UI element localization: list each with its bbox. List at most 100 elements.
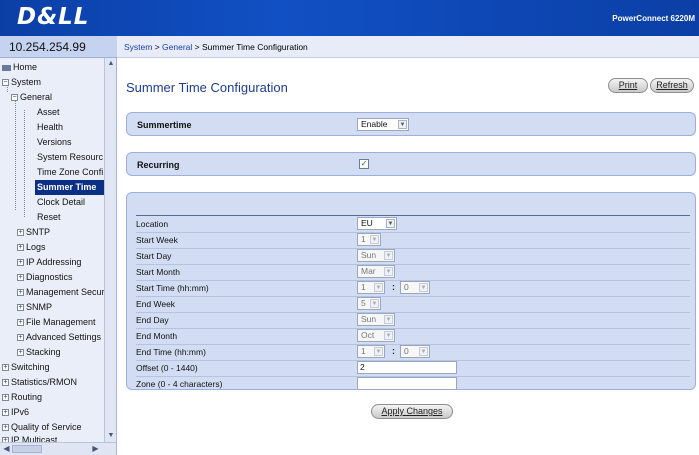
zone-input[interactable] (357, 377, 457, 390)
collapse-icon[interactable]: − (2, 79, 9, 87)
sidebar-item-clock-detail[interactable]: Clock Detail (37, 195, 85, 210)
folder-icon (2, 64, 11, 71)
sidebar-item-asset[interactable]: Asset (37, 105, 60, 120)
expand-icon[interactable]: + (2, 394, 9, 402)
expand-icon[interactable]: + (17, 259, 24, 267)
start-time-minute-select[interactable]: 0 ▼ (400, 281, 430, 294)
sidebar-item-statistics-rmon[interactable]: + Statistics/RMON (2, 375, 77, 390)
sidebar-vertical-scrollbar[interactable]: ▲ ▼ (104, 58, 116, 442)
expand-icon[interactable]: + (17, 319, 24, 327)
recurring-details-panel: Location EU ▼ Start Week 1 ▼ Start Day Sun… (126, 192, 696, 390)
sidebar-item-system[interactable]: − System (2, 75, 41, 90)
expand-icon[interactable]: + (17, 244, 24, 252)
breadcrumb-general-link[interactable]: General (162, 42, 192, 52)
end-week-label: End Week (136, 299, 176, 309)
time-separator: : (392, 282, 395, 292)
sidebar-item-versions[interactable]: Versions (37, 135, 72, 150)
divider (136, 264, 690, 265)
print-button[interactable]: Print (608, 78, 648, 93)
sidebar-item-quality-of-service[interactable]: + Quality of Service (2, 420, 82, 435)
expand-icon[interactable]: + (2, 364, 9, 372)
expand-icon[interactable]: + (2, 379, 9, 387)
sidebar-item-ip-addressing[interactable]: + IP Addressing (17, 255, 81, 270)
sidebar-item-summer-time[interactable]: Summer Time (35, 180, 107, 195)
breadcrumb-system-link[interactable]: System (124, 42, 152, 52)
end-time-hour-select[interactable]: 1 ▼ (357, 345, 385, 358)
sidebar-item-logs[interactable]: + Logs (17, 240, 46, 255)
sidebar-item-stacking[interactable]: + Stacking (17, 345, 61, 360)
breadcrumb-separator: > (192, 42, 202, 52)
sidebar-horizontal-scrollbar[interactable]: ◀ ▶ (0, 442, 116, 455)
page-title: Summer Time Configuration (126, 80, 288, 95)
sidebar-item-snmp[interactable]: + SNMP (17, 300, 52, 315)
divider (136, 215, 690, 216)
expand-icon[interactable]: + (2, 409, 9, 417)
end-day-select[interactable]: Sun ▼ (357, 313, 395, 326)
offset-input[interactable]: 2 (357, 361, 457, 374)
end-week-select[interactable]: 5 ▼ (357, 297, 381, 310)
start-month-select[interactable]: Mar ▼ (357, 265, 395, 278)
sidebar-item-sntp[interactable]: + SNTP (17, 225, 50, 240)
summertime-value: Enable (361, 119, 388, 129)
chevron-down-icon: ▼ (386, 219, 395, 228)
sidebar-item-reset[interactable]: Reset (37, 210, 61, 225)
chevron-down-icon: ▼ (398, 120, 407, 129)
expand-icon[interactable]: + (17, 274, 24, 282)
sidebar-item-diagnostics[interactable]: + Diagnostics (17, 270, 73, 285)
scroll-down-icon[interactable]: ▼ (106, 431, 116, 441)
offset-label: Offset (0 - 1440) (136, 363, 198, 373)
dell-logo: D&LL (17, 4, 90, 30)
recurring-label: Recurring (137, 160, 180, 170)
sidebar-item-routing[interactable]: + Routing (2, 390, 42, 405)
location-label: Location (136, 219, 169, 229)
start-time-label: Start Time (hh:mm) (136, 283, 209, 293)
sidebar-nav: Home − System − General Asset Health Versi… (0, 58, 117, 455)
sidebar-item-health[interactable]: Health (37, 120, 63, 135)
start-month-label: Start Month (136, 267, 180, 277)
ip-address-bar: 10.254.254.99 (0, 36, 117, 58)
location-select[interactable]: EU ▼ (357, 217, 397, 230)
collapse-icon[interactable]: − (11, 94, 18, 102)
expand-icon[interactable]: + (2, 424, 9, 432)
expand-icon[interactable]: + (17, 289, 24, 297)
scroll-right-icon[interactable]: ▶ (90, 443, 101, 455)
end-time-minute-select[interactable]: 0 ▼ (400, 345, 430, 358)
sidebar-item-management-security[interactable]: + Management Secur (17, 285, 105, 300)
ip-address: 10.254.254.99 (9, 40, 86, 54)
apply-changes-button[interactable]: Apply Changes (371, 404, 453, 419)
expand-icon[interactable]: + (17, 304, 24, 312)
chevron-down-icon: ▼ (370, 235, 379, 244)
recurring-checkbox[interactable]: ✓ (359, 159, 369, 169)
chevron-down-icon: ▼ (384, 331, 393, 340)
start-week-select[interactable]: 1 ▼ (357, 233, 381, 246)
expand-icon[interactable]: + (17, 229, 24, 237)
sidebar-item-home[interactable]: Home (2, 60, 37, 75)
sidebar-item-file-management[interactable]: + File Management (17, 315, 96, 330)
chevron-down-icon: ▼ (419, 283, 428, 292)
start-day-select[interactable]: Sun ▼ (357, 249, 395, 262)
chevron-down-icon: ▼ (370, 299, 379, 308)
summertime-panel: Summertime Enable ▼ (126, 112, 696, 136)
start-time-hour-select[interactable]: 1 ▼ (357, 281, 385, 294)
summertime-select[interactable]: Enable ▼ (357, 118, 409, 131)
chevron-down-icon: ▼ (384, 251, 393, 260)
divider (136, 328, 690, 329)
end-month-label: End Month (136, 331, 178, 341)
sidebar-item-ipv6[interactable]: + IPv6 (2, 405, 29, 420)
end-month-select[interactable]: Oct ▼ (357, 329, 395, 342)
start-day-label: Start Day (136, 251, 172, 261)
sidebar-item-general[interactable]: − General (11, 90, 52, 105)
scroll-left-icon[interactable]: ◀ (1, 443, 12, 455)
summertime-label: Summertime (137, 120, 192, 130)
breadcrumb-current: Summer Time Configuration (201, 42, 308, 52)
sidebar-item-advanced-settings[interactable]: + Advanced Settings (17, 330, 101, 345)
sidebar-item-switching[interactable]: + Switching (2, 360, 50, 375)
breadcrumb-separator: > (152, 42, 163, 52)
sidebar-item-system-resources[interactable]: System Resourc (37, 150, 103, 165)
sidebar-item-time-zone[interactable]: Time Zone Confi (37, 165, 103, 180)
refresh-button[interactable]: Refresh (650, 78, 694, 93)
scrollbar-thumb[interactable] (12, 445, 42, 453)
scroll-up-icon[interactable]: ▲ (106, 59, 116, 69)
expand-icon[interactable]: + (17, 334, 24, 342)
expand-icon[interactable]: + (17, 349, 24, 357)
